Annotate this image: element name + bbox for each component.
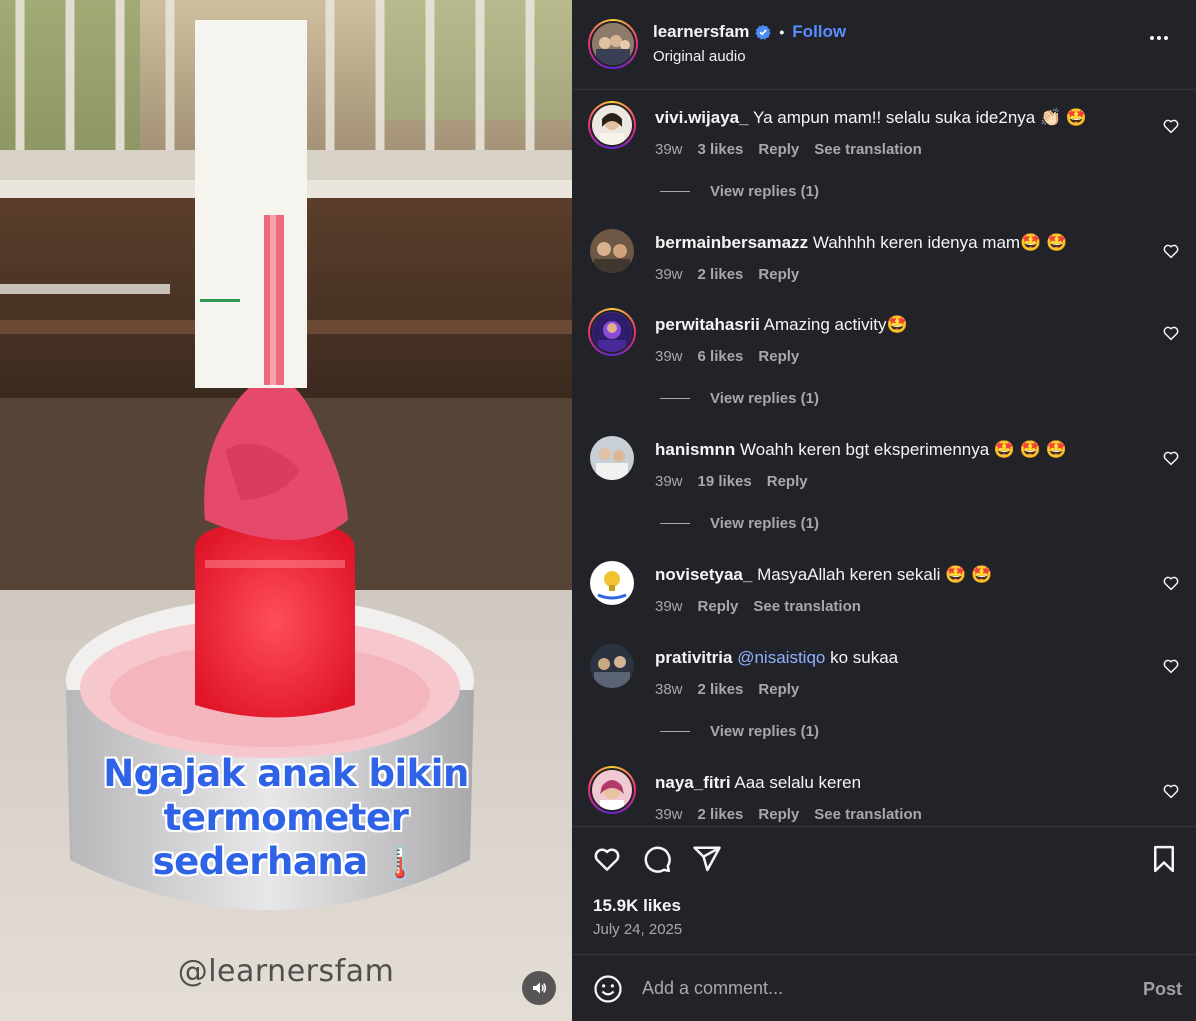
comment-age: 39w [655,141,683,158]
view-replies-label: View replies (1) [710,390,819,407]
post-actions-bar: 15.9K likes July 24, 2025 [572,826,1196,954]
comment-likes[interactable]: 19 likes [698,473,752,490]
reply-button[interactable]: Reply [758,348,799,365]
reply-button[interactable]: Reply [758,681,799,698]
comment-likes[interactable]: 2 likes [698,681,744,698]
see-translation-button[interactable]: See translation [814,806,922,823]
reply-button[interactable]: Reply [767,473,808,490]
view-replies-button[interactable]: View replies (1) [660,183,819,200]
comment-age: 38w [655,681,683,698]
comment-age: 39w [655,806,683,823]
comment-likes[interactable]: 3 likes [698,141,744,158]
comment-mention-link[interactable]: @nisaistiqo [737,648,825,667]
video-watermark: @learnersfam [177,954,395,989]
overlay-line-2: termometer [163,795,410,840]
commenter-avatar[interactable] [588,308,636,356]
comment-text: Ya ampun mam!! selalu suka ide2nya 👏🏻 🤩 [753,108,1088,127]
volume-icon [533,982,547,994]
comment-age: 39w [655,473,683,490]
comment-username[interactable]: vivi.wijaya_ [655,108,749,127]
view-replies-label: View replies (1) [710,183,819,200]
share-icon[interactable] [692,844,722,874]
commenter-avatar[interactable] [590,561,634,605]
heart-icon[interactable] [1162,117,1180,135]
comment-input[interactable] [642,973,1102,1003]
comment-icon[interactable] [642,844,672,874]
likes-count[interactable]: 15.9K likes [593,896,681,916]
comment-text: Aaa selalu keren [734,773,862,792]
thermometer-emoji: 🌡️ [380,844,420,882]
heart-icon[interactable] [1162,782,1180,800]
comment-likes[interactable]: 2 likes [698,806,744,823]
view-replies-button[interactable]: View replies (1) [660,390,819,407]
comment-username[interactable]: prativitria [655,648,732,667]
audio-link[interactable]: Original audio [653,48,746,65]
comment-text: Woahh keren bgt eksperimennya 🤩 🤩 🤩 [740,440,1067,459]
reply-button[interactable]: Reply [698,598,739,615]
mute-toggle-button[interactable] [522,971,556,1005]
post-details-panel: learnersfam • Follow Original audio vivi… [572,0,1196,1021]
bookmark-icon[interactable] [1149,844,1179,874]
view-replies-label: View replies (1) [710,515,819,532]
commenter-avatar[interactable] [590,229,634,273]
heart-icon[interactable] [1162,324,1180,342]
overlay-line-1: Ngajak anak bikin [102,751,470,796]
comment-username[interactable]: bermainbersamazz [655,233,808,252]
commenter-avatar[interactable] [590,436,634,480]
heart-icon[interactable] [1162,242,1180,260]
view-replies-label: View replies (1) [710,723,819,740]
verified-badge-icon [755,24,771,40]
comment-age: 39w [655,266,683,283]
overlay-line-3: sederhana [152,839,370,884]
post-date: July 24, 2025 [593,921,683,938]
emoji-icon[interactable] [593,974,623,1004]
post-header: learnersfam • Follow Original audio [572,0,1196,90]
comments-list[interactable]: vivi.wijaya_ Ya ampun mam!! selalu suka … [572,91,1196,825]
comment-username[interactable]: hanismnn [655,440,735,459]
comment-text: Wahhhh keren idenya mam🤩 🤩 [812,233,1068,252]
author-username[interactable]: learnersfam [653,22,749,42]
view-replies-button[interactable]: View replies (1) [660,515,819,532]
commenter-avatar[interactable] [588,766,636,814]
heart-icon[interactable] [1162,657,1180,675]
comment-text: Amazing activity🤩 [763,315,908,334]
comment-age: 39w [655,348,683,365]
video-player[interactable]: Ngajak anak bikin termometer sederhana 🌡… [0,0,572,1021]
more-options-icon[interactable] [1150,36,1168,40]
author-avatar[interactable] [588,19,638,69]
reply-button[interactable]: Reply [758,141,799,158]
comment-username[interactable]: novisetyaa_ [655,565,752,584]
comment-likes[interactable]: 2 likes [698,266,744,283]
comment-likes[interactable]: 6 likes [698,348,744,365]
view-replies-button[interactable]: View replies (1) [660,723,819,740]
reply-button[interactable]: Reply [758,266,799,283]
comment-composer: Post [572,954,1196,1021]
heart-icon[interactable] [1162,449,1180,467]
comment-age: 39w [655,598,683,615]
separator-dot: • [779,24,785,40]
comment-text: ko sukaa [830,648,899,667]
comment-text: MasyaAllah keren sekali 🤩 🤩 [757,565,993,584]
like-heart-icon[interactable] [592,844,622,874]
video-caption-overlay: Ngajak anak bikin termometer sederhana 🌡… [0,751,572,885]
commenter-avatar[interactable] [590,644,634,688]
reply-button[interactable]: Reply [758,806,799,823]
follow-button[interactable]: Follow [792,22,846,42]
commenter-avatar[interactable] [588,101,636,149]
heart-icon[interactable] [1162,574,1180,592]
see-translation-button[interactable]: See translation [814,141,922,158]
comment-username[interactable]: naya_fitri [655,773,731,792]
see-translation-button[interactable]: See translation [753,598,861,615]
post-comment-button[interactable]: Post [1143,979,1182,1000]
comment-username[interactable]: perwitahasrii [655,315,760,334]
